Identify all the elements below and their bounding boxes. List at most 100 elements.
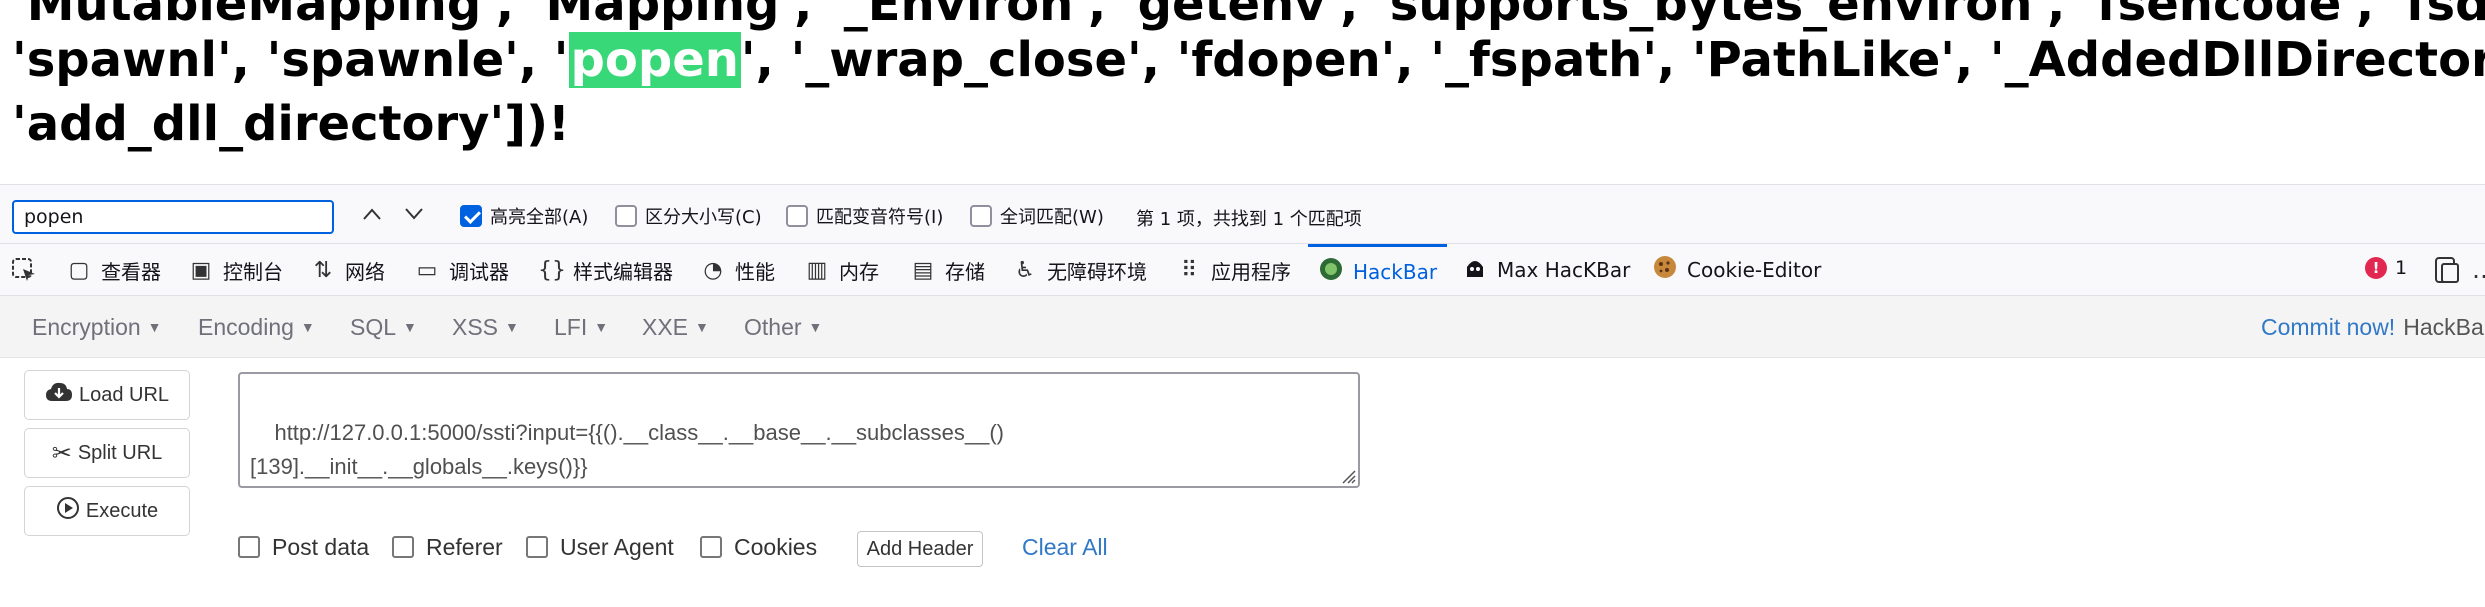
- match-diacritics-checkbox[interactable]: 匹配变音符号(I): [786, 203, 943, 229]
- commit-suffix: HackBa: [2403, 314, 2484, 340]
- menu-sql[interactable]: SQL ▼: [350, 314, 417, 341]
- tab-hackbar[interactable]: HackBar: [1308, 244, 1448, 296]
- tab-cookie-editor[interactable]: Cookie-Editor: [1652, 244, 1821, 296]
- tab-memory[interactable]: ▥ 内存: [804, 244, 879, 296]
- accessibility-icon: ♿: [1015, 257, 1035, 283]
- error-count-badge[interactable]: ! 1: [2365, 257, 2407, 279]
- post-data-checkbox[interactable]: Post data: [238, 532, 369, 562]
- menu-label: Other: [744, 314, 802, 340]
- tab-label: Cookie-Editor: [1687, 258, 1822, 282]
- menu-encoding[interactable]: Encoding ▼: [198, 314, 315, 341]
- menu-xxe[interactable]: XXE ▼: [642, 314, 709, 341]
- tab-label: 性能: [735, 259, 775, 284]
- tab-label: 调试器: [449, 259, 509, 284]
- caret-down-icon: ▼: [594, 319, 609, 335]
- checkbox-box[interactable]: [970, 205, 992, 227]
- checkbox-label: User Agent: [560, 533, 674, 560]
- tab-debugger[interactable]: ▭ 调试器: [414, 244, 509, 296]
- caret-down-icon: ▼: [808, 319, 823, 335]
- checkbox-label: Post data: [272, 533, 370, 560]
- tab-label: 无障碍环境: [1047, 259, 1147, 284]
- tab-style-editor[interactable]: {} 样式编辑器: [538, 244, 673, 296]
- checkbox-label: 匹配变音符号(I): [816, 207, 944, 228]
- clear-all-link[interactable]: Clear All: [1022, 534, 1108, 561]
- play-circle-icon: [56, 496, 80, 527]
- find-input[interactable]: [12, 200, 334, 234]
- tab-label: HackBar: [1353, 259, 1438, 284]
- menu-xss[interactable]: XSS ▼: [452, 314, 519, 341]
- performance-icon: ◔: [703, 257, 723, 283]
- checkbox-label: 高亮全部(A): [490, 207, 589, 228]
- menu-encryption[interactable]: Encryption ▼: [32, 314, 162, 341]
- execute-button[interactable]: Execute: [24, 486, 190, 536]
- checkbox-box[interactable]: [526, 536, 548, 558]
- tab-label: 查看器: [101, 259, 161, 284]
- tab-inspector[interactable]: ▢ 查看器: [66, 244, 161, 296]
- checkbox-box[interactable]: [392, 536, 414, 558]
- user-agent-checkbox[interactable]: User Agent: [526, 532, 674, 562]
- tab-storage[interactable]: ▤ 存储: [910, 244, 985, 296]
- debugger-icon: ▭: [416, 257, 438, 283]
- max-hackbar-icon: [1462, 255, 1488, 285]
- load-url-button[interactable]: Load URL: [24, 370, 190, 420]
- find-bar: 高亮全部(A) 区分大小写(C) 匹配变音符号(I) 全词匹配(W) 第 1 项…: [0, 184, 2485, 244]
- checkbox-box[interactable]: [460, 205, 482, 227]
- output-line-2: 'add_dll_directory'])!: [12, 96, 570, 152]
- menu-lfi[interactable]: LFI ▼: [554, 314, 608, 341]
- menu-label: SQL: [350, 314, 397, 340]
- tab-application[interactable]: ⠿ 应用程序: [1176, 244, 1291, 296]
- find-status: 第 1 项，共找到 1 个匹配项: [1136, 209, 1362, 230]
- chevron-down-icon[interactable]: [398, 199, 430, 231]
- tab-console[interactable]: ▣ 控制台: [188, 244, 283, 296]
- referer-checkbox[interactable]: Referer: [392, 532, 503, 562]
- tab-network[interactable]: ⇅ 网络: [310, 244, 385, 296]
- tab-label: 内存: [839, 259, 879, 284]
- highlight-all-checkbox[interactable]: 高亮全部(A): [460, 203, 588, 229]
- hackbar-panel: Load URL ✂ Split URL Execute http://127.0…: [0, 358, 2485, 607]
- checkbox-label: 区分大小写(C): [645, 207, 762, 228]
- checkbox-box[interactable]: [615, 205, 637, 227]
- tab-performance[interactable]: ◔ 性能: [700, 244, 775, 296]
- error-count: 1: [2395, 257, 2408, 279]
- menu-other[interactable]: Other ▼: [744, 314, 822, 341]
- add-header-button[interactable]: Add Header: [857, 531, 983, 567]
- cookie-icon: [1652, 255, 1678, 285]
- checkbox-box[interactable]: [786, 205, 808, 227]
- output-text: ', '_wrap_close', 'fdopen', '_fspath', '…: [740, 32, 2485, 88]
- element-picker-icon[interactable]: [10, 256, 38, 290]
- hackbar-menu-bar: Encryption ▼ Encoding ▼ SQL ▼ XSS ▼ LFI ▼ XXE…: [0, 296, 2485, 358]
- menu-label: XXE: [642, 314, 689, 340]
- responsive-mode-icon[interactable]: [2434, 256, 2460, 290]
- button-label: Execute: [85, 499, 159, 522]
- memory-icon: ▥: [806, 257, 828, 283]
- caret-down-icon: ▼: [403, 319, 417, 335]
- caret-down-icon: ▼: [505, 319, 519, 335]
- output-line-1: 'spawnl', 'spawnle', 'popen', '_wrap_clo…: [12, 28, 2485, 92]
- inspector-icon: ▢: [68, 257, 90, 283]
- whole-words-checkbox[interactable]: 全词匹配(W): [970, 203, 1104, 229]
- checkbox-label: Referer: [426, 533, 503, 560]
- network-icon: ⇅: [313, 257, 333, 283]
- match-case-checkbox[interactable]: 区分大小写(C): [615, 203, 762, 229]
- button-label: Load URL: [78, 383, 170, 406]
- chevron-up-icon[interactable]: [356, 199, 388, 231]
- tab-accessibility[interactable]: ♿ 无障碍环境: [1012, 244, 1147, 296]
- error-icon: !: [2365, 257, 2387, 279]
- split-url-button[interactable]: ✂ Split URL: [24, 428, 190, 478]
- tab-max-hackbar[interactable]: Max HacKBar: [1462, 244, 1630, 296]
- cloud-download-icon: [45, 381, 73, 410]
- checkbox-label: 全词匹配(W): [1000, 207, 1104, 228]
- menu-label: Encoding: [198, 314, 294, 340]
- url-text: http://127.0.0.1:5000/ssti?input={{().__…: [250, 420, 1005, 479]
- resize-handle-icon[interactable]: [1340, 468, 1356, 484]
- overflow-menu-icon[interactable]: …: [2472, 256, 2485, 284]
- output-text: 'spawnl', 'spawnle', ': [12, 32, 569, 88]
- tab-label: 控制台: [223, 259, 283, 284]
- checkbox-box[interactable]: [700, 536, 722, 558]
- url-textarea[interactable]: http://127.0.0.1:5000/ssti?input={{().__…: [238, 372, 1360, 488]
- tab-label: 样式编辑器: [573, 259, 673, 284]
- checkbox-box[interactable]: [238, 536, 260, 558]
- caret-down-icon: ▼: [300, 319, 315, 335]
- cookies-checkbox[interactable]: Cookies: [700, 532, 817, 562]
- commit-now-link[interactable]: Commit now! HackBa: [2261, 314, 2484, 341]
